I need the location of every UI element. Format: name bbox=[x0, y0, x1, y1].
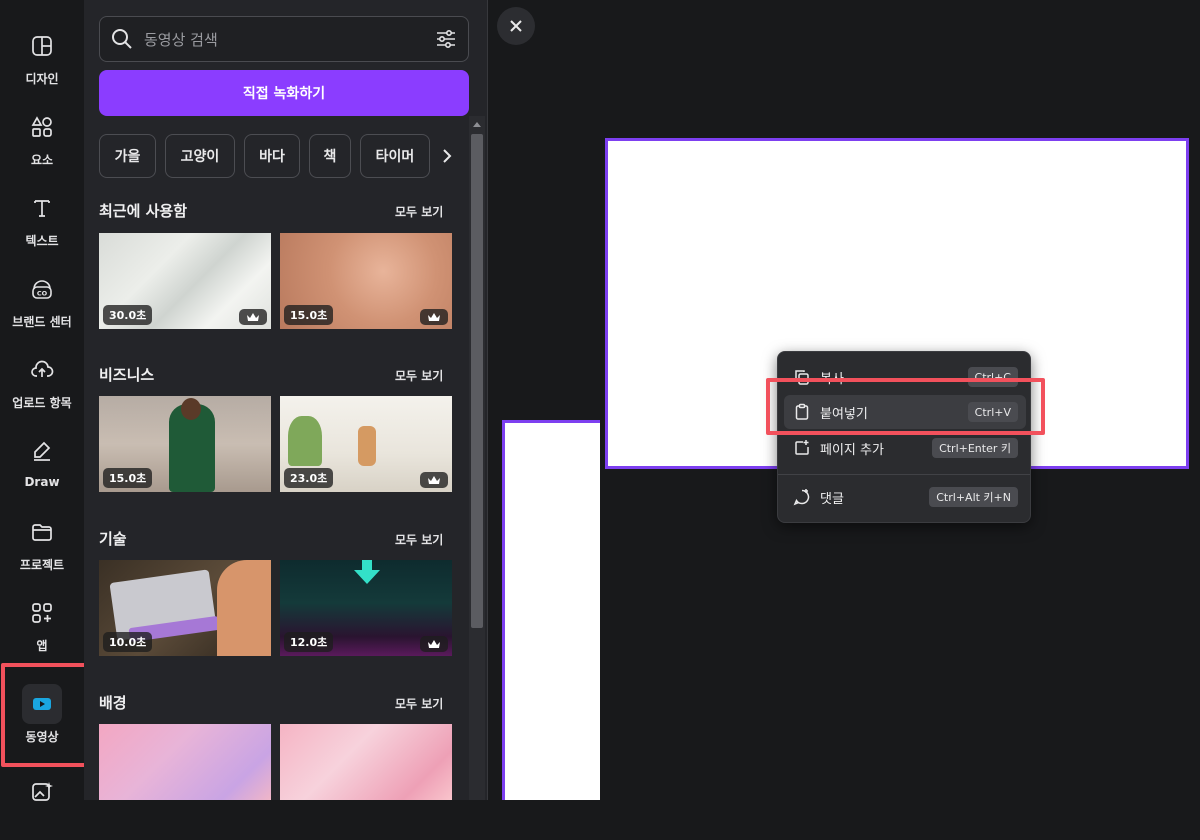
video-thumbnail[interactable]: 10.0초 bbox=[99, 560, 271, 656]
section-title-background: 배경 bbox=[99, 694, 127, 712]
video-thumbnail[interactable]: 23.0초 bbox=[280, 396, 452, 492]
design-page-partial[interactable] bbox=[502, 420, 600, 800]
see-all-business-link[interactable]: 모두 보기 bbox=[395, 367, 443, 384]
rail-item-projects[interactable]: 프로젝트 bbox=[0, 500, 84, 580]
crown-icon bbox=[420, 309, 448, 325]
panel-scrollbar[interactable] bbox=[469, 116, 485, 800]
plant-shape bbox=[288, 416, 322, 466]
video-thumbnail[interactable]: 15.0초 bbox=[280, 233, 452, 329]
video-thumbnail[interactable] bbox=[99, 724, 271, 800]
see-all-background-link[interactable]: 모두 보기 bbox=[395, 695, 443, 712]
comment-icon bbox=[792, 487, 812, 507]
rail-item-design[interactable]: 디자인 bbox=[0, 14, 84, 94]
paste-highlight bbox=[766, 378, 1045, 435]
video-thumbnail[interactable]: 15.0초 bbox=[99, 396, 271, 492]
scroll-thumb[interactable] bbox=[471, 134, 483, 628]
search-icon bbox=[112, 29, 132, 49]
menu-item-label: 페이지 추가 bbox=[820, 442, 884, 458]
text-icon bbox=[22, 188, 62, 228]
close-icon bbox=[510, 20, 522, 32]
menu-item-comment[interactable]: 댓글 Ctrl+Alt 키+N bbox=[784, 480, 1026, 514]
rail-label: 앱 bbox=[36, 639, 48, 653]
record-yourself-button[interactable]: 직접 녹화하기 bbox=[99, 70, 469, 116]
brand-center-icon: CO bbox=[22, 269, 62, 309]
see-all-recent-link[interactable]: 모두 보기 bbox=[395, 203, 443, 220]
apps-icon bbox=[22, 593, 62, 633]
person-head bbox=[181, 398, 201, 420]
upload-icon bbox=[22, 350, 62, 390]
suggestion-chips: 가을 고양이 바다 책 타이머 bbox=[99, 134, 454, 178]
chip-cat[interactable]: 고양이 bbox=[165, 134, 235, 178]
duration-badge: 15.0초 bbox=[284, 305, 334, 325]
add-page-icon bbox=[792, 438, 812, 458]
chip-autumn[interactable]: 가을 bbox=[99, 134, 156, 178]
chip-book[interactable]: 책 bbox=[309, 134, 351, 178]
rail-item-more[interactable] bbox=[0, 760, 84, 840]
rail-item-apps[interactable]: 앱 bbox=[0, 581, 84, 661]
scroll-up-arrow-icon[interactable] bbox=[473, 122, 481, 127]
chip-sea[interactable]: 바다 bbox=[244, 134, 300, 178]
duration-badge: 23.0초 bbox=[284, 468, 334, 488]
crown-icon bbox=[239, 309, 267, 325]
draw-icon bbox=[22, 431, 62, 471]
section-title-tech: 기술 bbox=[99, 530, 127, 548]
crown-icon bbox=[420, 636, 448, 652]
crown-icon bbox=[420, 472, 448, 488]
chevron-right-icon[interactable] bbox=[439, 134, 455, 178]
rail-label: 디자인 bbox=[25, 72, 59, 86]
shortcut-badge: Ctrl+Alt 키+N bbox=[929, 487, 1018, 507]
rail-label: 업로드 항목 bbox=[12, 396, 72, 410]
see-all-tech-link[interactable]: 모두 보기 bbox=[395, 531, 443, 548]
arrow-down-graphic bbox=[354, 560, 380, 584]
elements-icon bbox=[22, 107, 62, 147]
rail-label: 프로젝트 bbox=[19, 558, 65, 572]
rail-label: 브랜드 센터 bbox=[12, 315, 72, 329]
svg-text:CO: CO bbox=[37, 290, 48, 298]
duration-badge: 15.0초 bbox=[103, 468, 153, 488]
rail-label: 요소 bbox=[30, 153, 54, 167]
left-rail: 디자인 요소 텍스트 CO 브랜드 센터 업로드 항목 Draw 프로젝트 앱 … bbox=[0, 0, 98, 801]
menu-item-add-page[interactable]: 페이지 추가 Ctrl+Enter 키 bbox=[784, 431, 1026, 465]
rail-item-brand-center[interactable]: CO 브랜드 센터 bbox=[0, 257, 84, 337]
rail-item-uploads[interactable]: 업로드 항목 bbox=[0, 338, 84, 418]
duration-badge: 10.0초 bbox=[103, 632, 153, 652]
duration-badge: 12.0초 bbox=[284, 632, 334, 652]
rail-label: 텍스트 bbox=[25, 234, 59, 248]
video-thumbnail[interactable]: 12.0초 bbox=[280, 560, 452, 656]
rail-item-elements[interactable]: 요소 bbox=[0, 95, 84, 175]
rail-label: Draw bbox=[24, 475, 60, 489]
person-figure bbox=[358, 426, 376, 466]
menu-item-label: 댓글 bbox=[820, 491, 844, 507]
design-icon bbox=[22, 26, 62, 66]
section-title-business: 비즈니스 bbox=[99, 366, 155, 384]
shortcut-badge: Ctrl+Enter 키 bbox=[932, 438, 1018, 458]
close-panel-button[interactable] bbox=[497, 7, 535, 45]
rail-item-text[interactable]: 텍스트 bbox=[0, 176, 84, 256]
filter-icon[interactable] bbox=[434, 27, 458, 51]
rail-item-draw[interactable]: Draw bbox=[0, 419, 84, 499]
chip-timer[interactable]: 타이머 bbox=[360, 134, 430, 178]
hand-shape bbox=[217, 560, 271, 656]
duration-badge: 30.0초 bbox=[103, 305, 153, 325]
menu-separator bbox=[778, 474, 1030, 475]
search-input[interactable]: 동영상 검색 bbox=[144, 29, 218, 50]
video-panel: 동영상 검색 직접 녹화하기 가을 고양이 바다 책 타이머 최근에 사용함 모… bbox=[84, 0, 488, 800]
folder-icon bbox=[22, 512, 62, 552]
search-box[interactable]: 동영상 검색 bbox=[99, 16, 469, 62]
video-thumbnail[interactable] bbox=[280, 724, 452, 800]
magic-image-icon bbox=[22, 772, 62, 812]
section-title-recent: 최근에 사용함 bbox=[99, 202, 188, 220]
context-menu: 복사 Ctrl+C 붙여넣기 Ctrl+V 페이지 추가 Ctrl+Enter … bbox=[777, 351, 1031, 523]
video-thumbnail[interactable]: 30.0초 bbox=[99, 233, 271, 329]
